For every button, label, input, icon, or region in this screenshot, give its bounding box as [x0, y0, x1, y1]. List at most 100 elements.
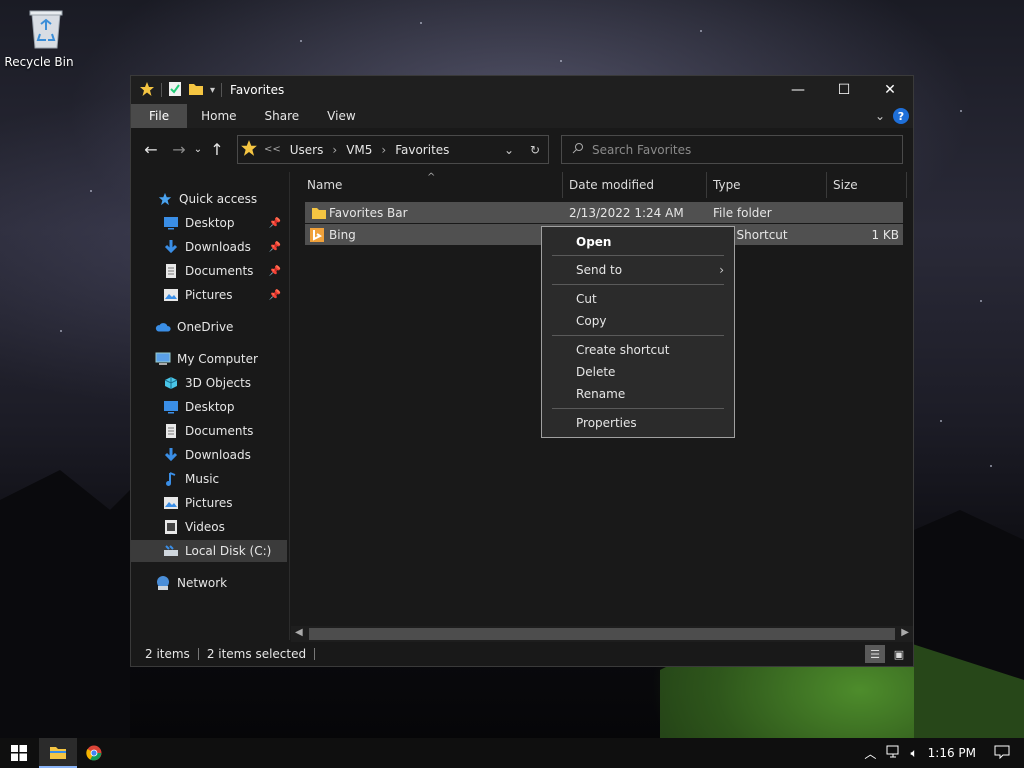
breadcrumb-chevron-icon[interactable]: ›	[381, 143, 386, 157]
breadcrumb-favorites[interactable]: Favorites	[395, 143, 449, 157]
search-icon	[572, 142, 584, 157]
minimize-button[interactable]: —	[775, 76, 821, 104]
menu-open[interactable]: Open	[542, 231, 734, 253]
column-type[interactable]: Type	[707, 172, 827, 198]
pane-divider[interactable]	[289, 172, 290, 640]
menu-copy[interactable]: Copy	[542, 310, 734, 332]
nav-quick-documents[interactable]: Documents 📌	[131, 260, 287, 282]
nav-quick-downloads[interactable]: Downloads 📌	[131, 236, 287, 258]
title-bar[interactable]: ▾ Favorites — ☐ ✕	[131, 76, 913, 104]
new-folder-quick-icon[interactable]	[188, 81, 204, 100]
documents-icon	[163, 263, 179, 279]
menu-delete[interactable]: Delete	[542, 361, 734, 383]
breadcrumb-users[interactable]: Users	[290, 143, 324, 157]
pictures-icon	[163, 495, 179, 511]
start-button[interactable]	[0, 738, 38, 768]
customize-quick-access-icon[interactable]: ▾	[210, 85, 215, 96]
address-bar[interactable]: << Users › VM5 › Favorites ⌄ ↻	[237, 135, 549, 164]
properties-quick-icon[interactable]	[168, 81, 182, 100]
nav-label: Music	[185, 472, 220, 486]
recycle-bin-label: Recycle Bin	[4, 55, 74, 69]
nav-quick-access[interactable]: Quick access	[131, 188, 287, 210]
file-date: 2/13/2022 1:24 AM	[569, 205, 684, 220]
nav-label: Documents	[185, 424, 254, 438]
tab-file[interactable]: File	[131, 104, 188, 128]
nav-onedrive[interactable]: OneDrive	[131, 316, 287, 338]
back-button[interactable]: ←	[139, 137, 163, 161]
horizontal-scrollbar[interactable]: ◀ ▶	[291, 626, 913, 642]
recycle-bin-desktop-icon[interactable]: Recycle Bin	[4, 6, 74, 69]
nav-music[interactable]: Music	[131, 468, 287, 490]
network-icon	[155, 575, 171, 591]
column-name[interactable]: Name	[301, 172, 563, 198]
column-date-modified[interactable]: Date modified	[563, 172, 707, 198]
context-menu: Open Send to › Cut Copy Create shortcut …	[541, 226, 735, 438]
maximize-button[interactable]: ☐	[821, 76, 867, 104]
nav-videos[interactable]: Videos	[131, 516, 287, 538]
recent-locations-button[interactable]: ⌄	[191, 137, 205, 161]
file-type: File folder	[713, 205, 772, 220]
search-box[interactable]: Search Favorites	[561, 135, 903, 164]
nav-my-computer[interactable]: My Computer	[131, 348, 287, 370]
nav-quick-desktop[interactable]: Desktop 📌	[131, 212, 287, 234]
file-size: 1 KB	[871, 227, 899, 242]
menu-properties[interactable]: Properties	[542, 412, 734, 434]
menu-send-to[interactable]: Send to ›	[542, 259, 734, 281]
file-explorer-icon	[50, 747, 66, 759]
internet-shortcut-icon	[309, 224, 325, 245]
tab-share[interactable]: Share	[251, 104, 314, 128]
large-icons-view-icon[interactable]: ▣	[889, 645, 909, 663]
downloads-icon	[163, 239, 179, 255]
taskbar-chrome[interactable]	[78, 738, 110, 768]
nav-local-disk-c[interactable]: Local Disk (C:)	[131, 540, 287, 562]
details-view-icon[interactable]: ☰	[865, 645, 885, 663]
clock[interactable]: 1:16 PM	[928, 746, 976, 760]
search-placeholder: Search Favorites	[592, 142, 692, 157]
nav-label: Downloads	[185, 240, 251, 254]
nav-desktop[interactable]: Desktop	[131, 396, 287, 418]
pin-icon: 📌	[268, 217, 281, 229]
tab-view[interactable]: View	[313, 104, 369, 128]
address-dropdown-icon[interactable]: ⌄	[496, 143, 522, 157]
tab-home[interactable]: Home	[187, 104, 250, 128]
folder-icon	[311, 202, 327, 223]
column-size[interactable]: Size	[827, 172, 907, 198]
help-icon[interactable]: ?	[893, 108, 909, 124]
scrollbar-thumb[interactable]	[309, 628, 895, 640]
volume-icon[interactable]: 🔈︎	[910, 746, 917, 761]
breadcrumb-chevron-icon[interactable]: ›	[332, 143, 337, 157]
column-headers: ^ Name Date modified Type Size	[291, 172, 913, 198]
scroll-right-icon[interactable]: ▶	[901, 627, 909, 638]
desktop-icon	[163, 399, 179, 415]
file-row[interactable]: Favorites Bar 2/13/2022 1:24 AM File fol…	[305, 202, 903, 223]
3d-objects-icon	[163, 375, 179, 391]
menu-create-shortcut[interactable]: Create shortcut	[542, 339, 734, 361]
menu-rename[interactable]: Rename	[542, 383, 734, 405]
nav-downloads[interactable]: Downloads	[131, 444, 287, 466]
item-count: 2 items	[145, 647, 190, 661]
breadcrumb-overflow[interactable]: <<	[264, 144, 281, 155]
scroll-left-icon[interactable]: ◀	[295, 627, 303, 638]
action-center-icon[interactable]	[994, 745, 1010, 762]
documents-icon	[163, 423, 179, 439]
breadcrumb-vm5[interactable]: VM5	[346, 143, 372, 157]
taskbar-file-explorer[interactable]	[39, 738, 77, 768]
forward-button[interactable]: →	[167, 137, 191, 161]
network-status-icon[interactable]	[886, 745, 902, 762]
expand-ribbon-icon[interactable]: ⌄	[875, 109, 885, 123]
show-hidden-icons-icon[interactable]: ︿	[864, 745, 876, 762]
nav-pictures[interactable]: Pictures	[131, 492, 287, 514]
navigation-bar: ← → ⌄ ↑ << Users › VM5 › Favorites ⌄ ↻ S…	[131, 128, 913, 170]
menu-separator	[552, 284, 724, 285]
nav-label: Local Disk (C:)	[185, 544, 272, 558]
nav-documents[interactable]: Documents	[131, 420, 287, 442]
menu-cut[interactable]: Cut	[542, 288, 734, 310]
nav-network[interactable]: Network	[131, 572, 287, 594]
taskbar: ︿ 🔈︎ 1:16 PM	[0, 738, 1024, 768]
up-button[interactable]: ↑	[205, 137, 229, 161]
close-button[interactable]: ✕	[867, 76, 913, 104]
nav-3d-objects[interactable]: 3D Objects	[131, 372, 287, 394]
menu-separator	[552, 335, 724, 336]
refresh-icon[interactable]: ↻	[522, 143, 548, 157]
nav-quick-pictures[interactable]: Pictures 📌	[131, 284, 287, 306]
